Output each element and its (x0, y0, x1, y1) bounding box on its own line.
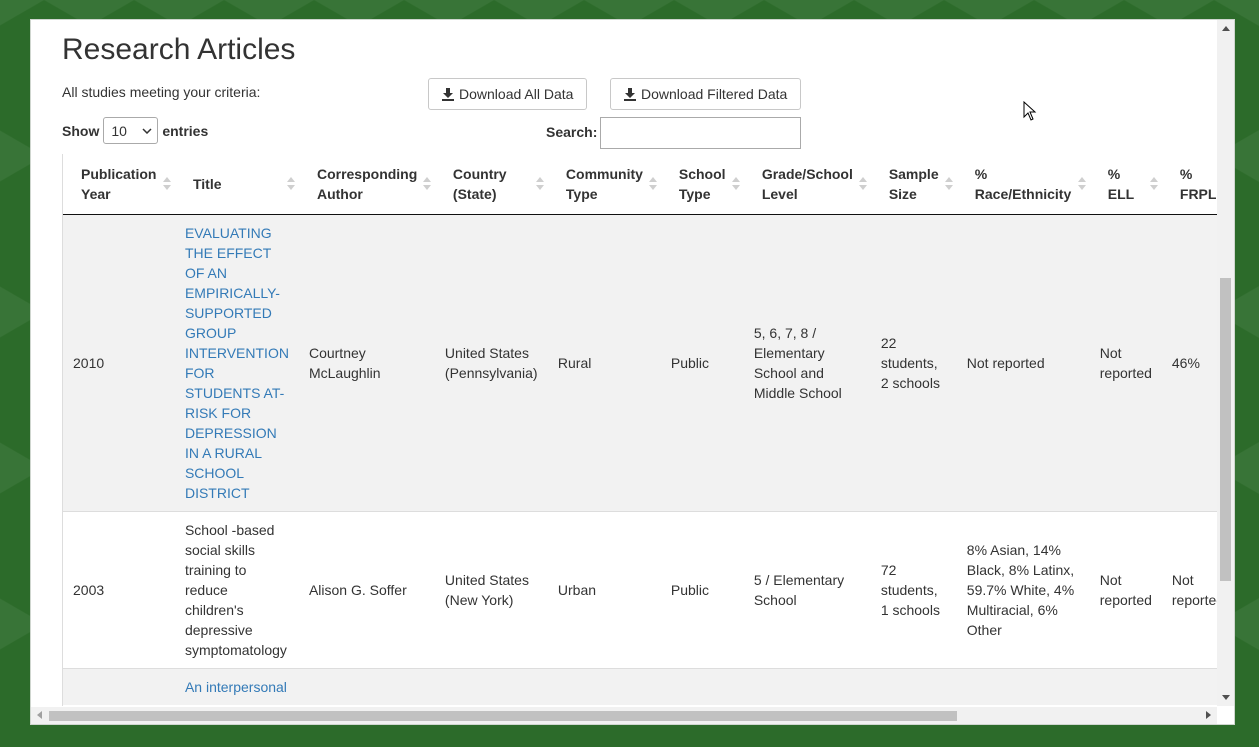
cell-race-ethnicity: 8% Asian, 14% Black, 8% Latinx, 59.7% Wh… (956, 510, 1090, 668)
table-row: 2003 School -based social skills trainin… (63, 510, 1218, 668)
search-label: Search: (546, 124, 598, 140)
entries-select[interactable]: 10 (103, 117, 159, 144)
cell-sample-size: 72 students, 1 schools (870, 510, 957, 668)
column-header-country[interactable]: Country (State) (434, 154, 548, 215)
table-header-row: Publication Year Title Corresponding Autho… (63, 154, 1218, 215)
horizontal-scrollbar[interactable] (31, 707, 1217, 724)
mouse-cursor-icon (1023, 101, 1037, 121)
cell-frpl (1161, 667, 1218, 705)
column-header-publication-year[interactable]: Publication Year (63, 154, 175, 215)
cell-title: School -based social skills training to … (174, 510, 299, 668)
cell-grade-level: 5 / Elementary School (743, 510, 871, 668)
cell-author (298, 667, 435, 705)
column-header-ell[interactable]: % ELL (1089, 154, 1162, 215)
articles-table: Publication Year Title Corresponding Autho… (63, 154, 1218, 705)
scroll-down-icon[interactable] (1222, 695, 1230, 700)
cell-year: 2010 (63, 213, 175, 511)
cell-country: United States (New York) (434, 510, 548, 668)
research-articles-panel: Research Articles All studies meeting yo… (30, 19, 1235, 725)
cell-frpl: Not reported (1161, 510, 1218, 668)
cell-school-type: Public (660, 510, 744, 668)
cell-race-ethnicity (956, 667, 1090, 705)
sort-icon (731, 175, 740, 193)
criteria-label: All studies meeting your criteria: (62, 84, 261, 100)
download-icon (442, 88, 454, 101)
column-header-title[interactable]: Title (174, 154, 299, 215)
column-header-grade-level[interactable]: Grade/School Level (743, 154, 871, 215)
cell-community-type: Rural (547, 213, 661, 511)
entries-select-value: 10 (111, 122, 127, 139)
cell-title: An interpersonal (174, 667, 299, 705)
cell-frpl: 46% (1161, 213, 1218, 511)
cell-year: 2003 (63, 510, 175, 668)
vertical-scroll-thumb[interactable] (1220, 278, 1231, 581)
cell-author: Courtney McLaughlin (298, 213, 435, 511)
cell-title: EVALUATING THE EFFECT OF AN EMPIRICALLY-… (174, 213, 299, 511)
table-row: 2010 EVALUATING THE EFFECT OF AN EMPIRIC… (63, 213, 1218, 511)
column-header-race-ethnicity[interactable]: % Race/Ethnicity (956, 154, 1090, 215)
scroll-right-icon[interactable] (1206, 711, 1211, 719)
show-label: Show (62, 122, 100, 139)
chevron-down-icon (142, 127, 152, 134)
sort-icon (858, 175, 867, 193)
search-input[interactable] (600, 117, 801, 149)
cell-year (63, 667, 175, 705)
cell-grade-level (743, 667, 871, 705)
cell-grade-level: 5, 6, 7, 8 / Elementary School and Middl… (743, 213, 871, 511)
page-title: Research Articles (62, 33, 296, 66)
sort-icon (944, 175, 953, 193)
cell-author: Alison G. Soffer (298, 510, 435, 668)
cell-country (434, 667, 548, 705)
cell-community-type: Urban (547, 510, 661, 668)
scroll-left-icon[interactable] (37, 711, 42, 719)
cell-ell: Not reported (1089, 213, 1162, 511)
articles-table-container: Publication Year Title Corresponding Autho… (62, 154, 1218, 706)
sort-icon (286, 175, 295, 193)
cell-school-type: Public (660, 213, 744, 511)
cell-sample-size: 22 students, 2 schools (870, 213, 957, 511)
sort-icon (535, 175, 544, 193)
cell-country: United States (Pennsylvania) (434, 213, 548, 511)
column-header-corresponding-author[interactable]: Corresponding Author (298, 154, 435, 215)
article-title-link[interactable]: EVALUATING THE EFFECT OF AN EMPIRICALLY-… (185, 225, 289, 501)
column-header-frpl[interactable]: % FRPL (1161, 154, 1218, 215)
table-row: An interpersonal (63, 667, 1218, 705)
sort-icon (1077, 175, 1086, 193)
download-all-label: Download All Data (459, 86, 574, 102)
entries-label: entries (162, 122, 209, 139)
download-filtered-button[interactable]: Download Filtered Data (610, 78, 801, 110)
cell-ell: Not reported (1089, 510, 1162, 668)
sort-icon (162, 175, 171, 193)
cell-community-type (547, 667, 661, 705)
scroll-up-icon[interactable] (1222, 26, 1230, 31)
cell-sample-size (870, 667, 957, 705)
vertical-scrollbar[interactable] (1217, 20, 1234, 706)
column-header-sample-size[interactable]: Sample Size (870, 154, 957, 215)
cell-ell (1089, 667, 1162, 705)
sort-icon (1149, 175, 1158, 193)
cell-race-ethnicity: Not reported (956, 213, 1090, 511)
column-header-school-type[interactable]: School Type (660, 154, 744, 215)
column-header-community-type[interactable]: Community Type (547, 154, 661, 215)
sort-icon (422, 175, 431, 193)
cell-school-type (660, 667, 744, 705)
download-icon (624, 88, 636, 101)
show-entries-control: Show 10 entries (62, 117, 208, 144)
horizontal-scroll-thumb[interactable] (49, 711, 957, 721)
download-filtered-label: Download Filtered Data (641, 86, 788, 102)
article-title-link[interactable]: An interpersonal (185, 679, 287, 695)
sort-icon (648, 175, 657, 193)
download-all-button[interactable]: Download All Data (428, 78, 587, 110)
